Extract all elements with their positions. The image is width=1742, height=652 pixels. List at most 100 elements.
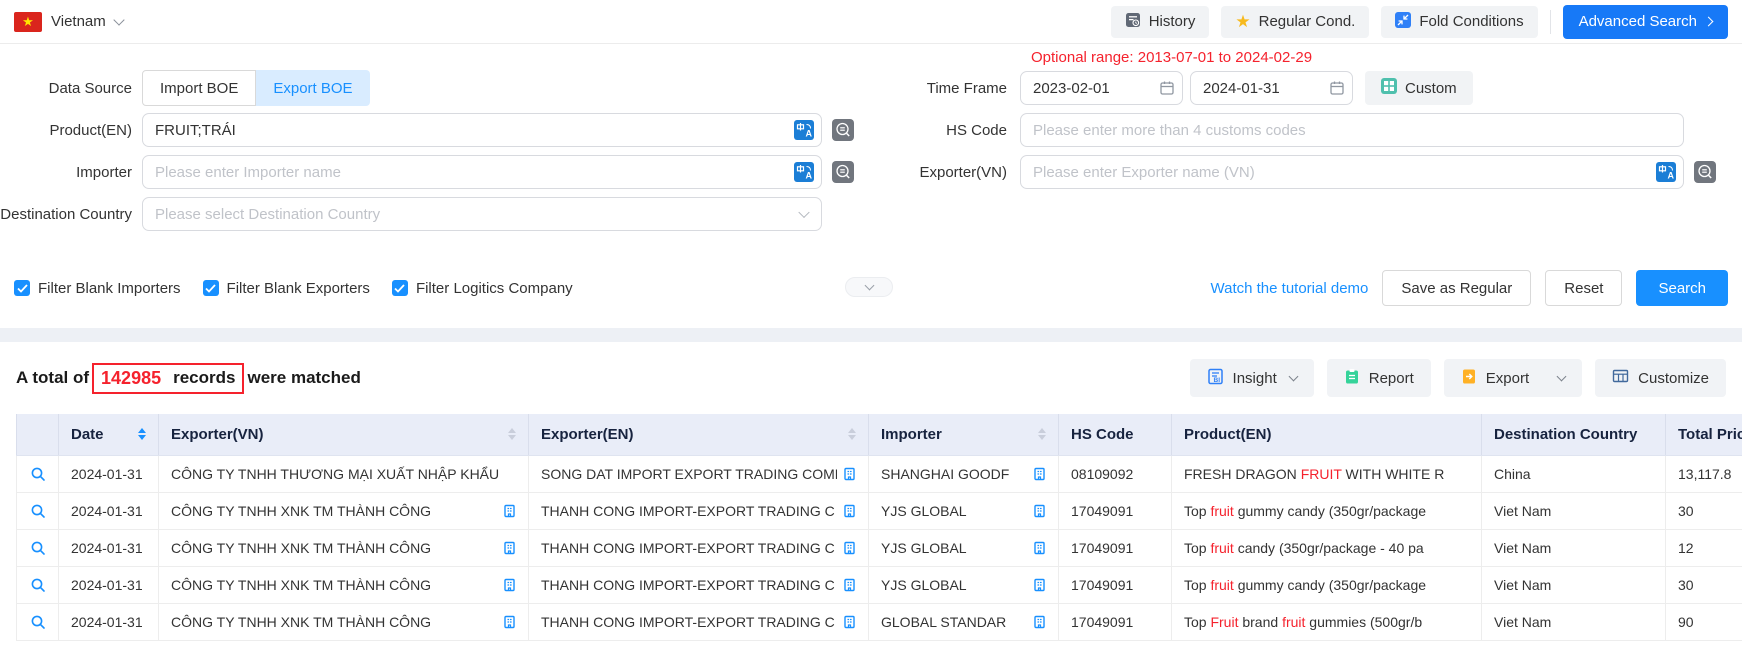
checkbox-checked-icon[interactable] <box>392 280 408 296</box>
view-detail-icon[interactable] <box>30 466 46 482</box>
export-boe-tab[interactable]: Export BOE <box>256 70 369 106</box>
fold-conditions-label: Fold Conditions <box>1419 13 1523 30</box>
calendar-icon[interactable] <box>1329 80 1345 96</box>
column-header[interactable]: Importer <box>869 414 1059 455</box>
translate-icon[interactable]: A <box>794 120 814 140</box>
search-button[interactable]: Search <box>1636 270 1728 306</box>
sort-asc-icon[interactable] <box>1038 428 1046 433</box>
filter-checkbox[interactable]: Filter Blank Exporters <box>203 280 370 297</box>
search-form: Optional range: 2013-07-01 to 2024-02-29… <box>0 44 1742 306</box>
save-as-regular-button[interactable]: Save as Regular <box>1382 270 1531 306</box>
company-icon[interactable] <box>843 504 856 518</box>
destination-select[interactable] <box>142 197 822 231</box>
column-header[interactable]: Date <box>59 414 159 455</box>
tutorial-demo-link[interactable]: Watch the tutorial demo <box>1211 280 1369 297</box>
match-mode-icon[interactable] <box>1694 161 1716 183</box>
sort-carets[interactable] <box>138 428 146 440</box>
company-icon[interactable] <box>503 578 516 592</box>
view-detail-icon[interactable] <box>30 577 46 593</box>
cell-exporter-en: SONG DAT IMPORT EXPORT TRADING COMP <box>529 455 869 492</box>
cell-date: 2024-01-31 <box>59 529 159 566</box>
translate-icon[interactable]: A <box>794 162 814 182</box>
customize-button[interactable]: Customize <box>1595 359 1726 397</box>
insight-label: Insight <box>1233 370 1277 387</box>
column-header[interactable]: Exporter(EN) <box>529 414 869 455</box>
svg-text:A: A <box>806 171 813 181</box>
importer-input[interactable] <box>142 155 822 189</box>
cell-total: 90 <box>1666 603 1742 640</box>
export-label: Export <box>1486 370 1529 387</box>
company-icon[interactable] <box>503 504 516 518</box>
record-count: 142985 <box>101 368 161 389</box>
company-icon[interactable] <box>843 578 856 592</box>
company-icon[interactable] <box>1033 578 1046 592</box>
time-frame-label: Time Frame <box>886 80 1020 97</box>
sort-desc-icon[interactable] <box>848 435 856 440</box>
sort-desc-icon[interactable] <box>138 435 146 440</box>
filter-checkbox[interactable]: Filter Logitics Company <box>392 280 573 297</box>
sort-asc-icon[interactable] <box>848 428 856 433</box>
company-icon[interactable] <box>843 615 856 629</box>
match-mode-icon[interactable] <box>832 119 854 141</box>
company-icon[interactable] <box>1033 504 1046 518</box>
report-button[interactable]: Report <box>1327 359 1431 397</box>
product-input[interactable] <box>142 113 822 147</box>
custom-range-button[interactable]: Custom <box>1365 71 1473 105</box>
product-text: Top <box>1184 540 1210 556</box>
reset-button[interactable]: Reset <box>1545 270 1622 306</box>
custom-label: Custom <box>1405 80 1457 97</box>
company-icon[interactable] <box>1033 615 1046 629</box>
filter-checkbox[interactable]: Filter Blank Importers <box>14 280 181 297</box>
view-detail-icon[interactable] <box>30 540 46 556</box>
keyword-highlight: fruit <box>1210 503 1233 519</box>
chevron-down-icon[interactable] <box>1557 372 1567 382</box>
sort-carets[interactable] <box>508 428 516 440</box>
country-selector[interactable]: ★ Vietnam <box>14 12 123 32</box>
results-table-wrap: Date Exporter(VN) Exporter(EN) Importer … <box>16 414 1742 641</box>
checkbox-checked-icon[interactable] <box>203 280 219 296</box>
chevron-down-icon <box>864 281 874 291</box>
sort-asc-icon[interactable] <box>138 428 146 433</box>
sort-desc-icon[interactable] <box>508 435 516 440</box>
history-button[interactable]: History <box>1111 6 1210 38</box>
cell-hs-code: 17049091 <box>1059 529 1172 566</box>
exporter-vn-input[interactable] <box>1020 155 1684 189</box>
cell-exporter-en: THANH CONG IMPORT-EXPORT TRADING C <box>529 529 869 566</box>
export-button[interactable]: Export <box>1444 359 1582 397</box>
translate-icon[interactable]: A <box>1656 162 1676 182</box>
custom-grid-icon <box>1381 78 1397 98</box>
insight-button[interactable]: BI Insight <box>1190 359 1314 397</box>
hs-code-input[interactable] <box>1020 113 1684 147</box>
company-icon[interactable] <box>503 615 516 629</box>
cell-destination: Viet Nam <box>1482 492 1666 529</box>
chevron-down-icon <box>113 14 124 25</box>
view-detail-icon[interactable] <box>30 614 46 630</box>
column-header[interactable]: Exporter(VN) <box>159 414 529 455</box>
match-mode-icon[interactable] <box>832 161 854 183</box>
view-detail-icon[interactable] <box>30 503 46 519</box>
calendar-icon[interactable] <box>1159 80 1175 96</box>
sort-carets[interactable] <box>848 428 856 440</box>
regular-cond-button[interactable]: ★ Regular Cond. <box>1221 6 1369 38</box>
advanced-search-button[interactable]: Advanced Search <box>1563 5 1728 39</box>
collapse-form-button[interactable] <box>845 277 893 297</box>
keyword-highlight: Fruit <box>1210 614 1238 630</box>
fold-conditions-button[interactable]: Fold Conditions <box>1381 6 1537 38</box>
history-label: History <box>1149 13 1196 30</box>
checkbox-checked-icon[interactable] <box>14 280 30 296</box>
sort-carets[interactable] <box>1038 428 1046 440</box>
cell-date: 2024-01-31 <box>59 492 159 529</box>
sort-desc-icon[interactable] <box>1038 435 1046 440</box>
table-header-row: Date Exporter(VN) Exporter(EN) Importer … <box>17 414 1742 455</box>
company-icon[interactable] <box>1033 541 1046 555</box>
company-icon[interactable] <box>1033 467 1046 481</box>
vietnam-flag-icon: ★ <box>14 12 42 32</box>
sort-asc-icon[interactable] <box>508 428 516 433</box>
import-boe-tab[interactable]: Import BOE <box>142 70 256 106</box>
records-word: records <box>173 368 235 388</box>
company-icon[interactable] <box>843 541 856 555</box>
company-icon[interactable] <box>503 541 516 555</box>
column-header: Total Price <box>1666 414 1742 455</box>
filter-checkboxes: Filter Blank Importers Filter Blank Expo… <box>14 280 595 297</box>
company-icon[interactable] <box>843 467 856 481</box>
